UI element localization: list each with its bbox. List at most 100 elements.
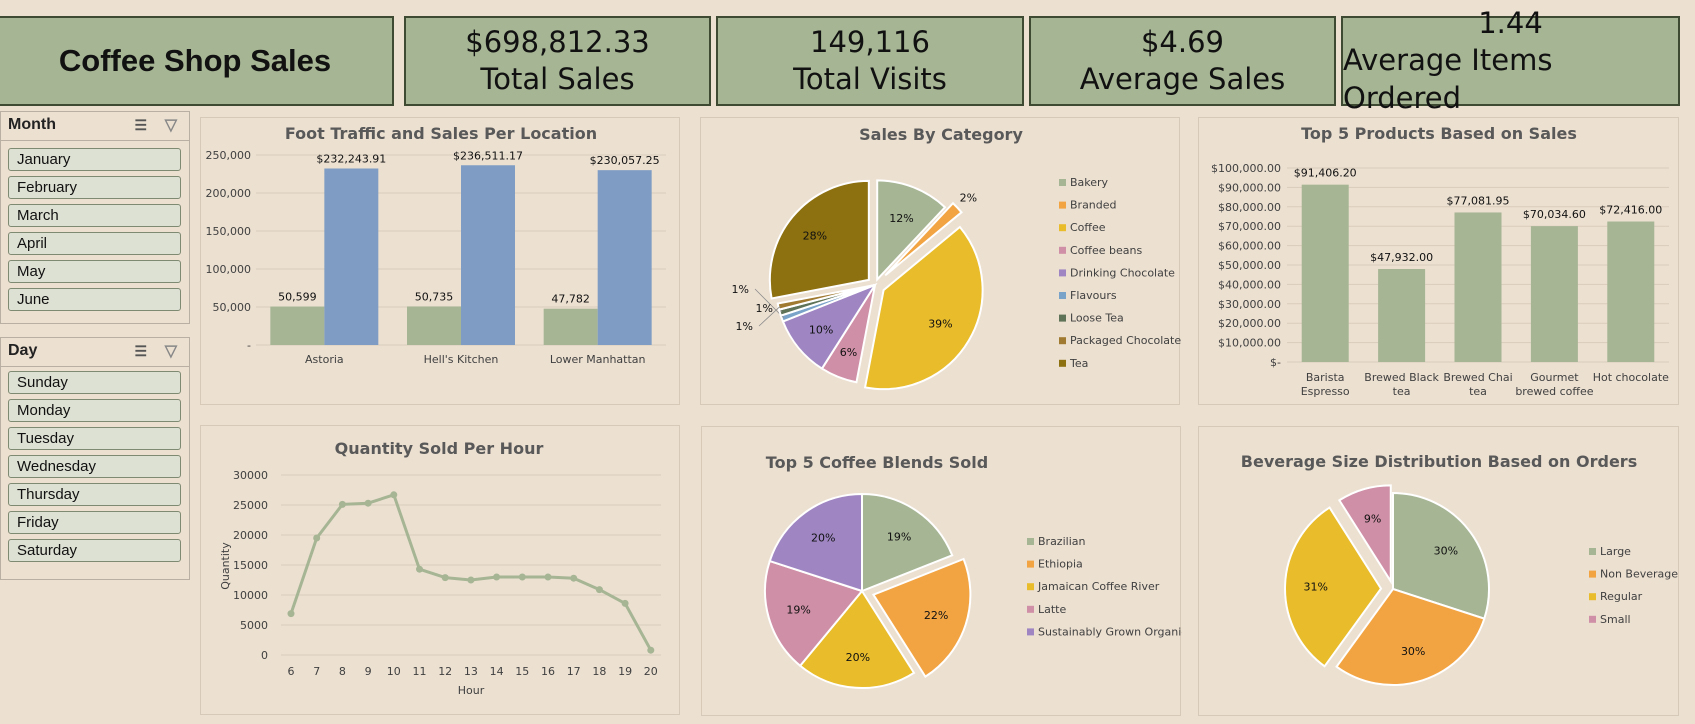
- data-label: 31%: [1304, 581, 1328, 594]
- slicer-item-may[interactable]: May: [8, 260, 181, 283]
- multi-select-icon[interactable]: ☰: [134, 117, 147, 134]
- x-tick-label: 8: [339, 665, 346, 678]
- data-label: 2%: [960, 191, 977, 204]
- chart-title: Foot Traffic and Sales Per Location: [285, 124, 597, 143]
- legend-label: Non Beverage: [1600, 568, 1678, 581]
- y-tick-label: $80,000.00: [1218, 201, 1281, 214]
- foot-traffic-chart: Foot Traffic and Sales Per Location - 50,0…: [206, 124, 666, 366]
- coffee-blends-chart: Top 5 Coffee Blends Sold 19% Brazilian 22% E…: [764, 453, 1182, 689]
- kpi-label: Average Items Ordered: [1343, 43, 1553, 115]
- quantity-per-hour-panel: Quantity Sold Per Hour 0 5000 10000 15000 200…: [200, 425, 680, 715]
- data-label: 19%: [887, 530, 911, 543]
- legend-label: Bakery: [1070, 176, 1109, 189]
- top-products-panel: Top 5 Products Based on Sales $- $10,000.0…: [1198, 117, 1679, 405]
- slicer-item-friday[interactable]: Friday: [8, 511, 181, 534]
- data-point: [313, 534, 321, 542]
- data-label: 12%: [889, 212, 913, 225]
- y-tick-label: -: [247, 339, 251, 352]
- legend-swatch: [1059, 224, 1066, 232]
- slicer-item-wednesday[interactable]: Wednesday: [8, 455, 181, 478]
- slicer-item-june[interactable]: June: [8, 288, 181, 311]
- x-tick-label: 20: [644, 665, 658, 678]
- slicer-item-april[interactable]: April: [8, 232, 181, 255]
- y-tick-label: $20,000.00: [1218, 317, 1281, 330]
- data-label: 22%: [924, 609, 948, 622]
- y-tick-label: 25000: [233, 499, 268, 512]
- legend-label: Small: [1600, 613, 1631, 626]
- legend-label: Drinking Chocolate: [1070, 266, 1175, 279]
- legend-swatch: [1059, 359, 1066, 367]
- slicer-item-thursday[interactable]: Thursday: [8, 483, 181, 506]
- data-label: $91,406.20: [1294, 167, 1357, 180]
- slicer-header: Month ☰ ▽: [1, 112, 189, 141]
- slicer-item-january[interactable]: January: [8, 148, 181, 171]
- data-label: $77,081.95: [1447, 194, 1510, 207]
- bar: [407, 306, 461, 345]
- y-tick-label: 10000: [233, 589, 268, 602]
- y-tick-label: 30000: [233, 469, 268, 482]
- x-tick-label: 10: [387, 665, 401, 678]
- x-axis-title: Hour: [458, 684, 485, 697]
- slicer-item-saturday[interactable]: Saturday: [8, 539, 181, 562]
- data-point: [518, 573, 526, 581]
- data-label: $236,511.17: [453, 149, 523, 162]
- data-point: [544, 573, 552, 581]
- legend-label: Regular: [1600, 590, 1643, 603]
- data-point: [467, 576, 475, 584]
- kpi-label: Total Visits: [793, 62, 947, 96]
- slicer-item-february[interactable]: February: [8, 176, 181, 199]
- month-slicer: Month ☰ ▽ January February March April M…: [0, 111, 190, 324]
- legend-swatch: [1027, 628, 1034, 636]
- bar: [1454, 212, 1502, 362]
- chart-title: Top 5 Coffee Blends Sold: [766, 453, 988, 472]
- x-tick-label: 9: [365, 665, 372, 678]
- y-tick-label: 50,000: [213, 301, 252, 314]
- clear-filter-icon[interactable]: ▽: [165, 115, 177, 135]
- slicer-item-sunday[interactable]: Sunday: [8, 371, 181, 394]
- y-tick-label: 150,000: [206, 225, 252, 238]
- slicer-item-march[interactable]: March: [8, 204, 181, 227]
- slicer-item-monday[interactable]: Monday: [8, 399, 181, 422]
- x-tick-label: Brewed Black: [1364, 371, 1439, 384]
- clear-filter-icon[interactable]: ▽: [165, 341, 177, 361]
- kpi-average-items: 1.44 Average Items Ordered: [1341, 6, 1680, 115]
- kpi-average-sales: $4.69 Average Sales: [1029, 16, 1336, 106]
- x-tick-label: Gourmet: [1530, 371, 1579, 384]
- kpi-label: Average Sales: [1079, 62, 1286, 96]
- y-tick-label: $70,000.00: [1218, 220, 1281, 233]
- beverage-size-chart: Beverage Size Distribution Based on Orde…: [1241, 452, 1678, 686]
- chart-title: Sales By Category: [859, 125, 1023, 144]
- legend-swatch: [1059, 314, 1066, 322]
- data-label: $230,057.25: [590, 154, 660, 167]
- y-tick-label: 200,000: [206, 187, 252, 200]
- series-line: [289, 493, 653, 651]
- data-point: [570, 574, 578, 582]
- bar: [543, 308, 598, 345]
- chart-title: Quantity Sold Per Hour: [335, 439, 544, 458]
- x-tick-label: tea: [1393, 385, 1411, 398]
- data-point: [647, 646, 655, 654]
- slicer-title: Day: [8, 342, 38, 359]
- data-label: 9%: [1364, 513, 1381, 526]
- kpi-value: 1.44: [1478, 6, 1543, 40]
- data-point: [287, 610, 295, 618]
- multi-select-icon[interactable]: ☰: [134, 343, 147, 360]
- legend-swatch: [1059, 292, 1066, 299]
- legend-label: Loose Tea: [1070, 312, 1124, 325]
- foot-traffic-chart-panel: Foot Traffic and Sales Per Location - 50,0…: [200, 117, 680, 405]
- x-tick-label: Astoria: [305, 353, 344, 366]
- legend-swatch: [1589, 570, 1596, 578]
- legend-label: Ethiopia: [1038, 558, 1083, 571]
- y-tick-label: 100,000: [206, 263, 252, 276]
- x-tick-label: Espresso: [1301, 385, 1350, 398]
- x-tick-label: Lower Manhattan: [550, 353, 646, 366]
- sales-by-category-chart: Sales By Category 12% Bakery 2% Branded 39% Co…: [732, 125, 1181, 391]
- legend-swatch: [1059, 269, 1066, 277]
- y-tick-label: 250,000: [206, 149, 252, 162]
- y-tick-label: 0: [261, 649, 268, 662]
- bar: [1530, 226, 1578, 362]
- x-tick-label: brewed coffee: [1515, 385, 1593, 398]
- slicer-item-tuesday[interactable]: Tuesday: [8, 427, 181, 450]
- top-products-chart: Top 5 Products Based on Sales $- $10,000.0…: [1211, 124, 1669, 398]
- legend-swatch: [1027, 538, 1034, 545]
